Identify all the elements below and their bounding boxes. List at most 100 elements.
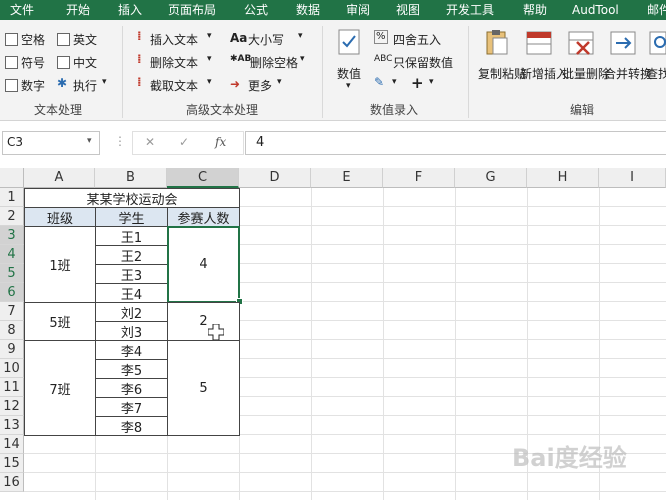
select-all-corner[interactable] bbox=[0, 168, 24, 188]
tab-formula[interactable]: 公式 bbox=[244, 0, 268, 20]
row-header-15[interactable]: 15 bbox=[0, 454, 24, 473]
column-header-b[interactable]: B bbox=[95, 168, 167, 188]
merge-convert-label: 合并转换 bbox=[604, 67, 653, 81]
student-cell[interactable]: 刘3 bbox=[95, 321, 168, 341]
tab-file[interactable]: 文件 bbox=[10, 0, 34, 20]
row-header-13[interactable]: 13 bbox=[0, 416, 24, 435]
insert-text-button[interactable]: 插入文本 bbox=[150, 31, 198, 48]
row-header-11[interactable]: 11 bbox=[0, 378, 24, 397]
row-header-7[interactable]: 7 bbox=[0, 302, 24, 321]
merge-convert-button[interactable]: 合并转换 bbox=[604, 66, 653, 82]
column-header-c[interactable]: C bbox=[167, 168, 239, 188]
formula-buttons: ✕ ✓ fx bbox=[132, 131, 244, 155]
keep-numeric-button[interactable]: 只保留数值 bbox=[393, 54, 453, 71]
header-class[interactable]: 班级 bbox=[24, 207, 96, 227]
row-header-9[interactable]: 9 bbox=[0, 340, 24, 359]
student-cell[interactable]: 李8 bbox=[95, 416, 168, 436]
count-cell[interactable]: 2 bbox=[167, 302, 240, 341]
insert-new-button[interactable]: 新增插入 bbox=[520, 66, 568, 82]
column-header-a[interactable]: A bbox=[24, 168, 95, 188]
find-locate-button[interactable]: 查找定位 bbox=[646, 66, 666, 82]
row-header-16[interactable]: 16 bbox=[0, 473, 24, 492]
row-header-8[interactable]: 8 bbox=[0, 321, 24, 340]
case-button[interactable]: 大小写 bbox=[248, 31, 284, 48]
tab-mail[interactable]: 邮件 bbox=[647, 0, 666, 20]
plus-icon[interactable]: + bbox=[411, 74, 424, 92]
student-cell[interactable]: 王3 bbox=[95, 264, 168, 284]
numeric-icon bbox=[338, 29, 360, 55]
table-title[interactable]: 某某学校运动会 bbox=[24, 188, 240, 208]
row-header-14[interactable]: 14 bbox=[0, 435, 24, 454]
checkbox-space[interactable] bbox=[5, 33, 18, 46]
cancel-icon[interactable]: ✕ bbox=[145, 135, 155, 149]
tab-insert[interactable]: 插入 bbox=[118, 0, 142, 20]
tab-review[interactable]: 审阅 bbox=[346, 0, 370, 20]
header-count[interactable]: 参赛人数 bbox=[167, 207, 240, 227]
header-student[interactable]: 学生 bbox=[95, 207, 168, 227]
row-header-1[interactable]: 1 bbox=[0, 188, 24, 207]
student-cell[interactable]: 刘2 bbox=[95, 302, 168, 322]
keep-numeric-icon: ABC bbox=[374, 54, 393, 64]
worksheet[interactable]: A B C D E F G H I 1 2 3 4 5 6 7 8 9 10 1… bbox=[0, 168, 666, 500]
checkbox-number-label: 数字 bbox=[21, 79, 46, 93]
tab-home[interactable]: 开始 bbox=[66, 0, 90, 20]
tab-developer[interactable]: 开发工具 bbox=[446, 0, 494, 20]
case-icon: Aa bbox=[230, 31, 248, 45]
row-header-10[interactable]: 10 bbox=[0, 359, 24, 378]
fx-icon[interactable]: fx bbox=[215, 135, 226, 149]
checkbox-symbol-label: 符号 bbox=[21, 56, 46, 70]
delete-text-button[interactable]: 删除文本 bbox=[150, 54, 198, 71]
find-locate-label: 查找定位 bbox=[646, 67, 666, 81]
row-header-2[interactable]: 2 bbox=[0, 207, 24, 226]
row-header-12[interactable]: 12 bbox=[0, 397, 24, 416]
row-header-6[interactable]: 6 bbox=[0, 283, 24, 302]
checkbox-symbol[interactable] bbox=[5, 56, 18, 69]
class-cell[interactable]: 1班 bbox=[24, 226, 96, 303]
chevron-down-icon: ▾ bbox=[102, 77, 107, 87]
chevron-down-icon: ▾ bbox=[87, 136, 92, 146]
delete-space-button[interactable]: 删除空格 bbox=[250, 54, 298, 71]
numeric-button[interactable]: 数值 bbox=[337, 65, 361, 82]
column-header-g[interactable]: G bbox=[455, 168, 527, 188]
confirm-icon[interactable]: ✓ bbox=[179, 135, 189, 149]
round-button[interactable]: 四舍五入 bbox=[393, 31, 441, 48]
column-header-i[interactable]: I bbox=[599, 168, 666, 188]
column-header-h[interactable]: H bbox=[527, 168, 599, 188]
row-header-5[interactable]: 5 bbox=[0, 264, 24, 283]
column-header-e[interactable]: E bbox=[311, 168, 383, 188]
more-button[interactable]: 更多 bbox=[248, 77, 272, 94]
student-cell[interactable]: 李5 bbox=[95, 359, 168, 379]
column-header-d[interactable]: D bbox=[239, 168, 311, 188]
student-cell[interactable]: 王4 bbox=[95, 283, 168, 303]
student-cell[interactable]: 李7 bbox=[95, 397, 168, 417]
tab-layout[interactable]: 页面布局 bbox=[168, 0, 216, 20]
checkbox-english[interactable] bbox=[57, 33, 70, 46]
chevron-down-icon: ▾ bbox=[429, 77, 434, 87]
column-header-f[interactable]: F bbox=[383, 168, 455, 188]
tab-view[interactable]: 视图 bbox=[396, 0, 420, 20]
student-cell[interactable]: 王1 bbox=[95, 226, 168, 246]
extract-text-button[interactable]: 截取文本 bbox=[150, 77, 198, 94]
formula-input[interactable]: 4 bbox=[245, 131, 666, 155]
tab-audtool[interactable]: AudTool bbox=[572, 0, 619, 20]
execute-button[interactable]: 执行 bbox=[73, 77, 97, 94]
batch-delete-label: 批量删除 bbox=[562, 67, 611, 81]
row-header-4[interactable]: 4 bbox=[0, 245, 24, 264]
count-cell-selected[interactable]: 4 bbox=[167, 226, 240, 303]
batch-delete-button[interactable]: 批量删除 bbox=[562, 66, 611, 82]
ribbon: 空格 英文 符号 中文 数字 ✱ 执行 ▾ 文本处理 ⁞ 插入文本 ▾ ⁞ 删除… bbox=[0, 20, 666, 121]
student-cell[interactable]: 李4 bbox=[95, 340, 168, 360]
class-cell[interactable]: 5班 bbox=[24, 302, 96, 341]
chevron-down-icon: ▾ bbox=[392, 77, 397, 87]
class-cell[interactable]: 7班 bbox=[24, 340, 96, 436]
copy-paste-button[interactable]: 复制粘贴 bbox=[478, 66, 526, 82]
student-cell[interactable]: 王2 bbox=[95, 245, 168, 265]
row-header-3[interactable]: 3 bbox=[0, 226, 24, 245]
tab-help[interactable]: 帮助 bbox=[523, 0, 547, 20]
checkbox-chinese[interactable] bbox=[57, 56, 70, 69]
student-cell[interactable]: 李6 bbox=[95, 378, 168, 398]
count-cell[interactable]: 5 bbox=[167, 340, 240, 436]
checkbox-number[interactable] bbox=[5, 79, 18, 92]
name-box[interactable]: C3 ▾ bbox=[2, 131, 100, 155]
tab-data[interactable]: 数据 bbox=[296, 0, 320, 20]
